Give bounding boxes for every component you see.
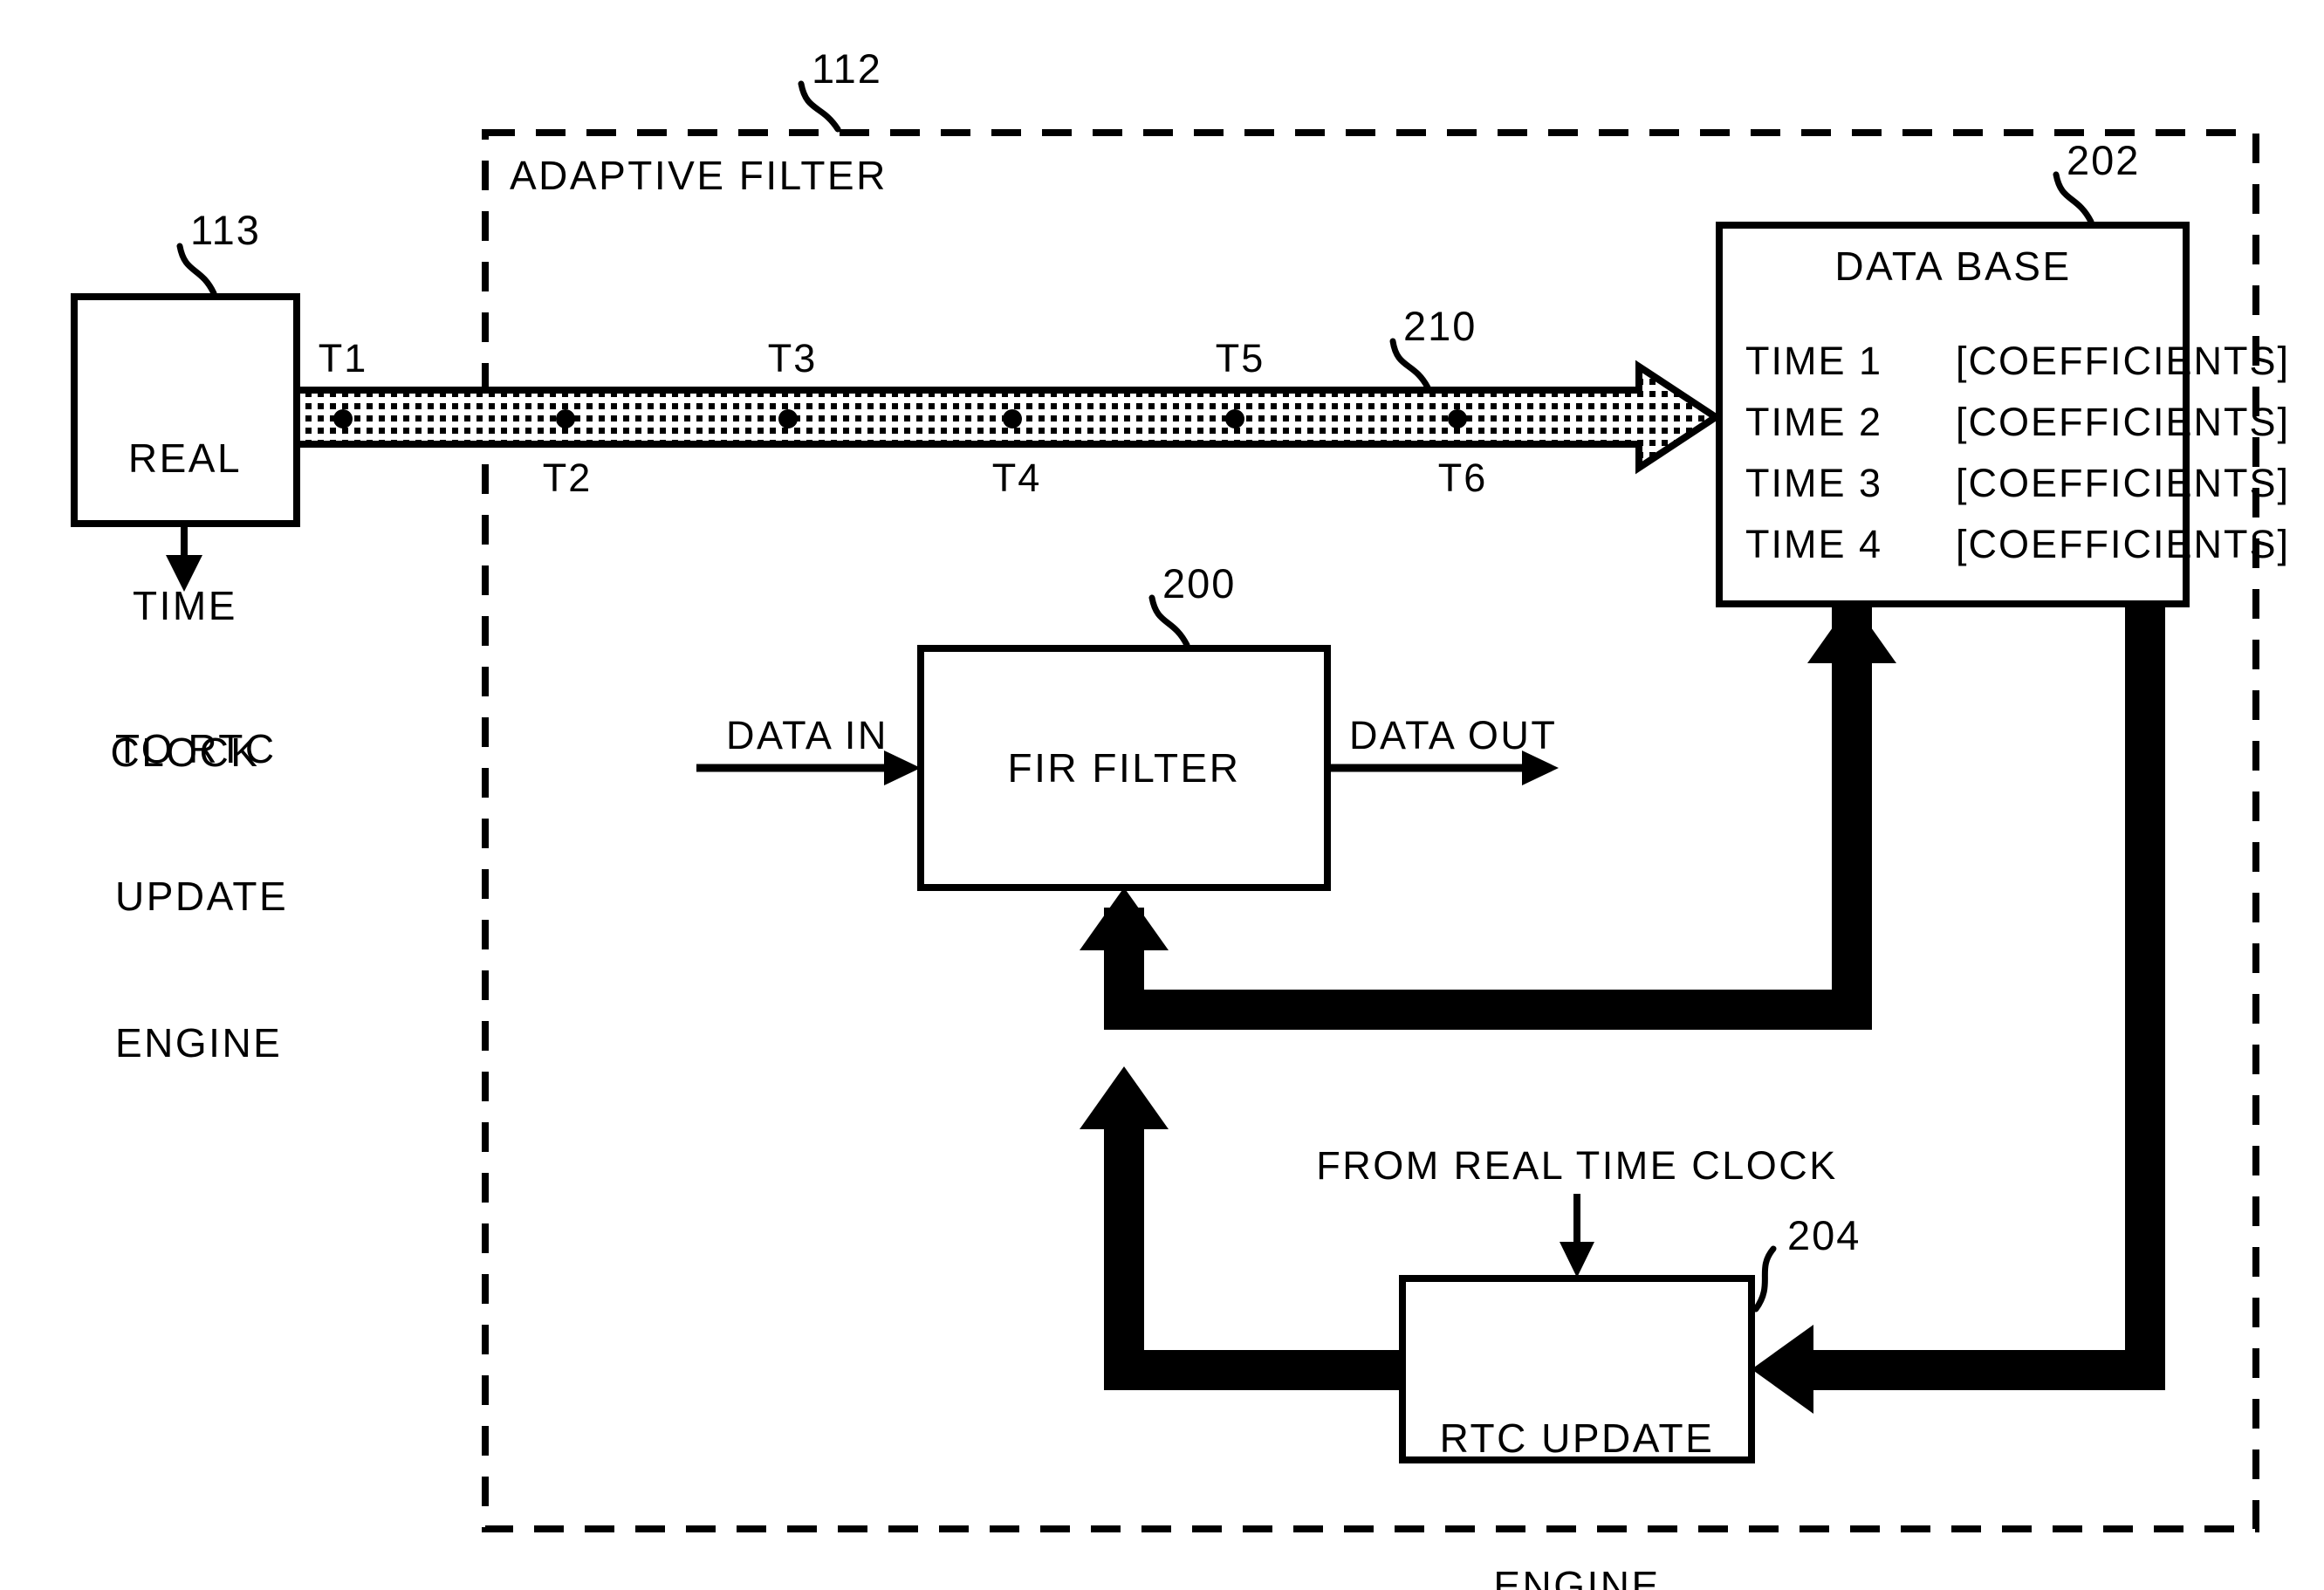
timeline-marker-t5	[1225, 409, 1244, 428]
data-base-time-cell: TIME 2	[1745, 399, 1883, 444]
timeline-tick-label-t2: T2	[542, 456, 593, 500]
rtc-update-engine-label: RTC UPDATE ENGINE	[1402, 1316, 1752, 1590]
fir-filter-label: FIR FILTER	[1007, 745, 1241, 791]
adaptive-filter-title: ADAPTIVE FILTER	[510, 153, 888, 198]
data-in-arrowhead	[884, 750, 921, 785]
timeline-marker-t6	[1448, 409, 1467, 428]
data-base-row: TIME 3 [COEFFICIENTS]	[1745, 452, 2290, 513]
timeline-tick-label-t3: T3	[767, 336, 818, 380]
leader-113	[176, 243, 217, 297]
data-base-time-cell: TIME 1	[1745, 338, 1883, 383]
data-base-table: TIME 1 [COEFFICIENTS] TIME 2 [COEFFICIEN…	[1745, 330, 2290, 574]
rtc-update-engine-line-2: ENGINE	[1493, 1562, 1661, 1590]
reference-numeral-210: 210	[1403, 303, 1477, 349]
timeline-marker-t4	[1003, 409, 1022, 428]
timeline-tick-label-t4: T4	[991, 456, 1042, 500]
data-base-coefficients-cell: [COEFFICIENTS]	[1956, 460, 2291, 505]
data-base-time-cell: TIME 3	[1745, 460, 1883, 505]
reference-numeral-112: 112	[812, 45, 882, 92]
rtc-update-to-database-arrowhead	[1807, 600, 1896, 663]
real-time-clock-line-2: TIME	[133, 582, 237, 628]
timeline-marker-t2	[556, 409, 575, 428]
timeline-tick-label-t6: T6	[1437, 456, 1488, 500]
real-time-clock-line-1: REAL	[127, 435, 243, 482]
timeline-tick-label-t5: T5	[1215, 336, 1265, 380]
data-base-title: DATA BASE	[1834, 243, 2072, 289]
timeline-tick-label-t1: T1	[318, 336, 368, 380]
patent-figure-sheet: 112 113 210 202 200 204 ADAPTIVE FILTER …	[0, 0, 2324, 1590]
leader-204	[1752, 1245, 1777, 1312]
data-base-row: TIME 4 [COEFFICIENTS]	[1745, 513, 2290, 574]
rtc-update-to-fir-arrowhead	[1080, 1066, 1169, 1129]
from-real-time-clock-label: FROM REAL TIME CLOCK	[1316, 1143, 1838, 1188]
timeline-marker-t3	[778, 409, 798, 428]
data-in-label: DATA IN	[726, 713, 888, 757]
data-base-row: TIME 1 [COEFFICIENTS]	[1745, 330, 2290, 391]
data-base-coefficients-cell: [COEFFICIENTS]	[1956, 399, 2291, 444]
data-base-coefficients-cell: [COEFFICIENTS]	[1956, 338, 2291, 383]
to-rtc-line-1: TO RTC	[115, 726, 277, 772]
from-rtc-arrowhead	[1560, 1242, 1594, 1278]
data-base-row: TIME 2 [COEFFICIENTS]	[1745, 391, 2290, 452]
reference-numeral-200: 200	[1162, 560, 1237, 607]
timeline-marker-t1	[333, 409, 353, 428]
reference-numeral-113: 113	[190, 207, 261, 253]
data-base-time-cell: TIME 4	[1745, 521, 1883, 566]
diagram-canvas	[71, 80, 2259, 1532]
to-rtc-line-3: ENGINE	[115, 1019, 283, 1066]
rtc-update-engine-line-1: RTC UPDATE	[1439, 1415, 1715, 1462]
reference-numeral-204: 204	[1787, 1212, 1861, 1258]
data-out-label: DATA OUT	[1349, 713, 1558, 757]
reference-numeral-202: 202	[2067, 137, 2141, 183]
database-to-rtc-update-arrowhead	[1752, 1325, 1813, 1414]
coefficients-to-fir-arrowhead-upper	[1080, 888, 1169, 950]
to-rtc-update-engine-caption: TO RTC UPDATE ENGINE	[115, 627, 288, 1165]
data-base-coefficients-cell: [COEFFICIENTS]	[1956, 521, 2291, 566]
to-rtc-line-2: UPDATE	[115, 873, 289, 919]
